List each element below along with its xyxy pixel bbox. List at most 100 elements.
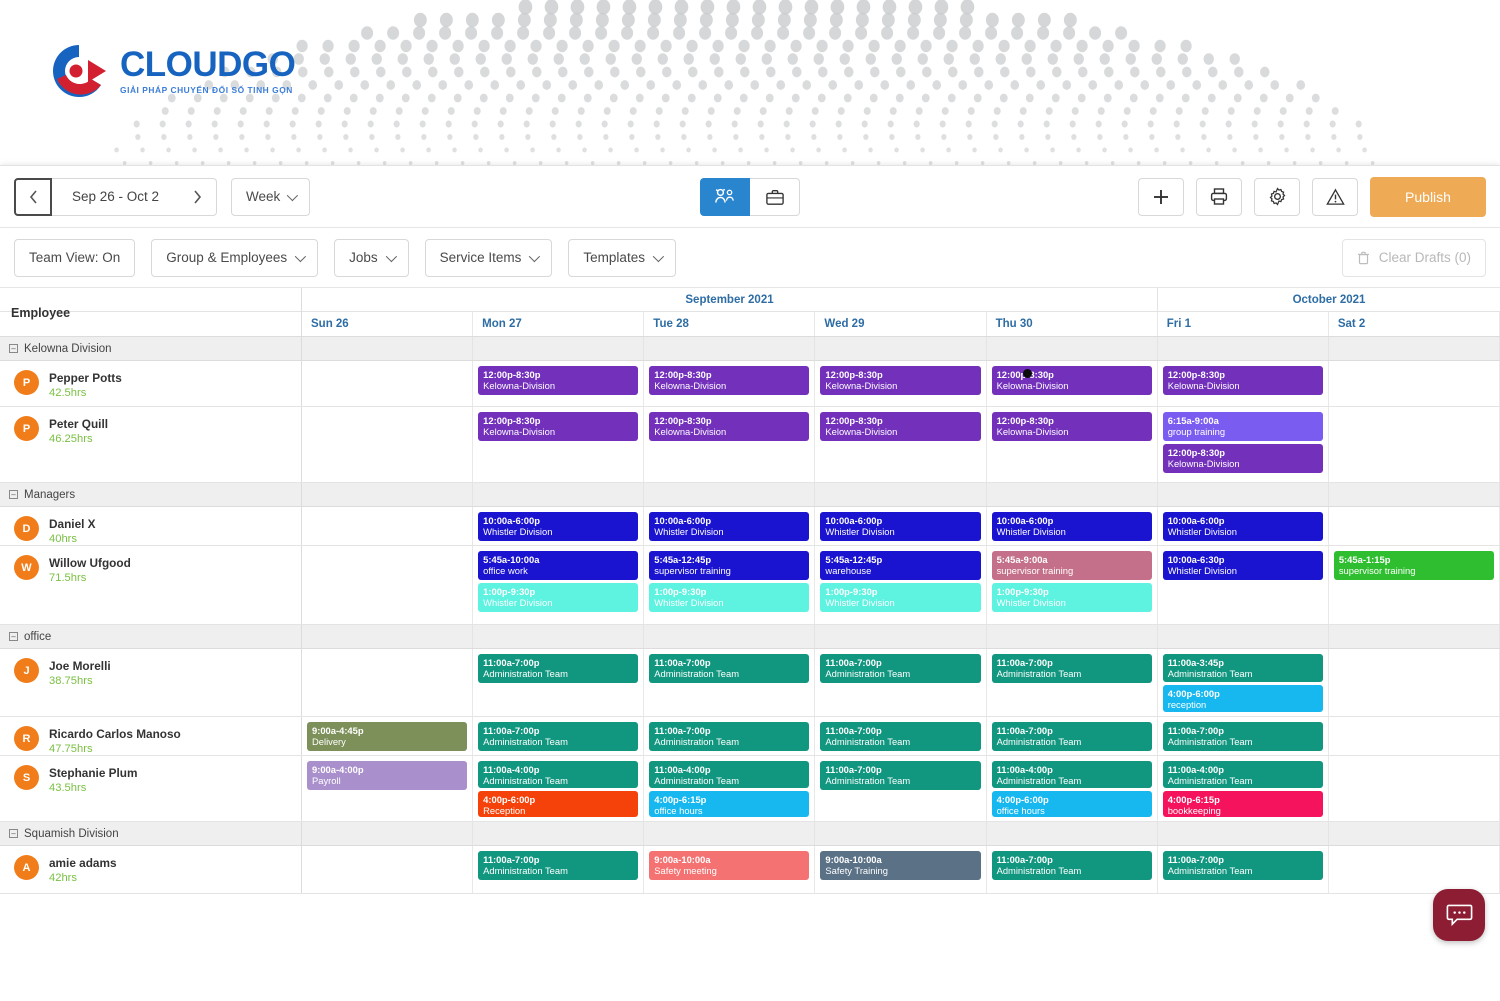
day-cell-sat-2[interactable]: [1329, 407, 1500, 482]
day-cell-fri-1[interactable]: 11:00a-7:00p Administration Team: [1158, 846, 1329, 893]
print-button[interactable]: [1196, 177, 1242, 216]
shift-block[interactable]: 6:15a-9:00a group training: [1162, 412, 1323, 442]
day-cell-thu-30[interactable]: 11:00a-7:00p Administration Team: [987, 846, 1158, 893]
day-cell-tue-28[interactable]: 11:00a-7:00p Administration Team: [644, 717, 816, 755]
shift-block[interactable]: 11:00a-7:00p Administration Team: [1162, 851, 1323, 881]
day-cell-tue-28[interactable]: 11:00a-4:00p Administration Team 4:00p-6:1…: [644, 756, 816, 821]
day-cell-sun-26[interactable]: 9:00a-4:45p Delivery: [302, 717, 474, 755]
day-cell-wed-29[interactable]: 11:00a-7:00p Administration Team: [815, 756, 987, 821]
day-cell-mon-27[interactable]: 11:00a-4:00p Administration Team 4:00p-6:0…: [473, 756, 645, 821]
day-cell-mon-27[interactable]: 11:00a-7:00p Administration Team: [473, 717, 645, 755]
shift-block[interactable]: 5:45a-12:45p supervisor training: [649, 551, 810, 581]
shift-block[interactable]: 12:00p-8:30pKelowna-Division: [478, 412, 639, 442]
day-cell-sat-2[interactable]: [1329, 507, 1500, 545]
shift-block[interactable]: 12:00p-8:30pKelowna-Division: [820, 412, 981, 442]
day-cell-mon-27[interactable]: 12:00p-8:30p Kelowna-Division: [473, 361, 645, 406]
day-cell-thu-30[interactable]: 11:00a-7:00p Administration Team: [987, 649, 1158, 716]
clear-drafts-button[interactable]: Clear Drafts (0): [1341, 238, 1486, 277]
shift-block[interactable]: 10:00a-6:00p Whistler Division: [649, 512, 810, 541]
shift-block[interactable]: 11:00a-4:00p Administration Team: [991, 761, 1152, 788]
shift-block[interactable]: 12:00p-8:30pKelowna-Division: [649, 412, 810, 442]
previous-week-button[interactable]: [14, 177, 52, 216]
day-cell-wed-29[interactable]: 5:45a-12:45p warehouse 1:00p-9:30p Whistler…: [815, 546, 987, 624]
employee-cell[interactable]: D Daniel X 40hrs: [0, 507, 302, 545]
group-employees-filter[interactable]: Group & Employees: [151, 238, 319, 277]
shift-block[interactable]: 10:00a-6:00p Whistler Division: [820, 512, 981, 541]
group-row-squamish-division[interactable]: – Squamish Division: [0, 822, 1500, 846]
shift-block[interactable]: 4:00p-6:00p office hours: [991, 790, 1152, 817]
shift-block[interactable]: 12:00p-8:30pKelowna-Division: [478, 366, 639, 396]
employee-view-toggle[interactable]: [700, 177, 750, 216]
shift-block[interactable]: 11:00a-4:00p Administration Team: [649, 761, 810, 788]
day-cell-sat-2[interactable]: 5:45a-1:15p supervisor training: [1329, 546, 1500, 624]
chat-support-button[interactable]: [1433, 889, 1485, 941]
day-cell-wed-29[interactable]: 9:00a-10:00a Safety Training: [815, 846, 987, 893]
shift-block[interactable]: 9:00a-4:45p Delivery: [307, 722, 468, 751]
employee-cell[interactable]: S Stephanie Plum 43.5hrs: [0, 756, 302, 821]
day-cell-mon-27[interactable]: 10:00a-6:00p Whistler Division: [473, 507, 645, 545]
day-cell-sun-26[interactable]: 9:00a-4:00p Payroll: [302, 756, 474, 821]
shift-block[interactable]: 11:00a-4:00p Administration Team: [1162, 761, 1323, 788]
shift-block[interactable]: 4:00p-6:00p reception: [1162, 684, 1323, 712]
collapse-minus-icon[interactable]: –: [9, 344, 18, 353]
shift-block[interactable]: 10:00a-6:30p Whistler Division: [1162, 551, 1323, 581]
settings-button[interactable]: [1254, 177, 1300, 216]
shift-block[interactable]: 11:00a-7:00p Administration Team: [478, 722, 639, 751]
shift-block[interactable]: 5:45a-10:00a office work: [478, 551, 639, 581]
shift-block[interactable]: 4:00p-6:15p office hours: [649, 790, 810, 817]
employee-cell[interactable]: Aamie adams 42hrs: [0, 846, 302, 893]
shift-block[interactable]: 9:00a-10:00a Safety meeting: [649, 851, 810, 881]
day-cell-thu-30[interactable]: 11:00a-7:00p Administration Team: [987, 717, 1158, 755]
jobs-view-toggle[interactable]: [750, 177, 800, 216]
group-row-office[interactable]: – office: [0, 625, 1500, 649]
shift-block[interactable]: 11:00a-7:00p Administration Team: [820, 654, 981, 684]
shift-block[interactable]: 12:00p-8:30pKelowna-Division: [1162, 366, 1323, 396]
shift-block[interactable]: 4:00p-6:00p Reception: [478, 790, 639, 817]
shift-block[interactable]: 12:00p-8:30pKelowna-Division: [991, 366, 1152, 396]
day-cell-fri-1[interactable]: 11:00a-3:45p Administration Team 4:00p-6:0…: [1158, 649, 1329, 716]
employee-cell[interactable]: P Peter Quill 46.25hrs: [0, 407, 302, 482]
team-view-toggle[interactable]: Team View: On: [14, 238, 136, 277]
shift-block[interactable]: 10:00a-6:00p Whistler Division: [991, 512, 1152, 541]
shift-block[interactable]: 11:00a-4:00p Administration Team: [478, 761, 639, 788]
day-cell-mon-27[interactable]: 5:45a-10:00a office work 1:00p-9:30p Whistl…: [473, 546, 645, 624]
day-cell-fri-1[interactable]: 10:00a-6:30p Whistler Division: [1158, 546, 1329, 624]
day-cell-tue-28[interactable]: 10:00a-6:00p Whistler Division: [644, 507, 816, 545]
shift-block[interactable]: 1:00p-9:30p Whistler Division: [649, 583, 810, 613]
day-cell-fri-1[interactable]: 6:15a-9:00a group training 12:00p-8:30p Kel…: [1158, 407, 1329, 482]
schedule-scroll-area[interactable]: September 2021 October 2021 Employee Sun…: [0, 288, 1500, 924]
service-items-filter[interactable]: Service Items: [424, 238, 553, 277]
day-cell-tue-28[interactable]: 5:45a-12:45p supervisor training 1:00p-9:3…: [644, 546, 816, 624]
group-row-kelowna-division[interactable]: – Kelowna Division: [0, 337, 1500, 361]
day-cell-sat-2[interactable]: [1329, 756, 1500, 821]
shift-block[interactable]: 4:00p-6:15p bookkeeping: [1162, 790, 1323, 817]
shift-block[interactable]: 10:00a-6:00p Whistler Division: [1162, 512, 1323, 541]
day-cell-tue-28[interactable]: 9:00a-10:00a Safety meeting: [644, 846, 816, 893]
date-range-label[interactable]: Sep 26 - Oct 2: [52, 177, 180, 216]
day-header-sun[interactable]: Sun 26: [302, 312, 474, 336]
shift-block[interactable]: 11:00a-7:00p Administration Team: [649, 654, 810, 684]
shift-block[interactable]: 11:00a-7:00p Administration Team: [478, 851, 639, 881]
shift-block[interactable]: 11:00a-7:00p Administration Team: [991, 851, 1152, 881]
day-header-wed[interactable]: Wed 29: [815, 312, 987, 336]
day-cell-wed-29[interactable]: 12:00p-8:30p Kelowna-Division: [815, 361, 987, 406]
employee-cell[interactable]: W Willow Ufgood 71.5hrs: [0, 546, 302, 624]
day-cell-thu-30[interactable]: 11:00a-4:00p Administration Team 4:00p-6:0…: [987, 756, 1158, 821]
shift-block[interactable]: 9:00a-4:00p Payroll: [307, 761, 468, 791]
day-cell-fri-1[interactable]: 10:00a-6:00p Whistler Division: [1158, 507, 1329, 545]
day-cell-tue-28[interactable]: 12:00p-8:30p Kelowna-Division: [644, 407, 816, 482]
day-cell-mon-27[interactable]: 11:00a-7:00p Administration Team: [473, 649, 645, 716]
employee-cell[interactable]: P Pepper Potts 42.5hrs: [0, 361, 302, 406]
day-header-tue[interactable]: Tue 28: [644, 312, 816, 336]
next-week-button[interactable]: [179, 177, 218, 216]
shift-block[interactable]: 12:00p-8:30pKelowna-Division: [820, 366, 981, 396]
shift-block[interactable]: 5:45a-1:15p supervisor training: [1333, 551, 1494, 581]
publish-button[interactable]: Publish: [1370, 176, 1486, 217]
day-cell-sat-2[interactable]: [1329, 717, 1500, 755]
alerts-button[interactable]: [1312, 177, 1358, 216]
day-cell-sun-26[interactable]: [302, 407, 474, 482]
shift-block[interactable]: 12:00p-8:30pKelowna-Division: [991, 412, 1152, 442]
day-cell-thu-30[interactable]: 10:00a-6:00p Whistler Division: [987, 507, 1158, 545]
day-cell-sat-2[interactable]: [1329, 649, 1500, 716]
jobs-filter[interactable]: Jobs: [334, 238, 409, 277]
